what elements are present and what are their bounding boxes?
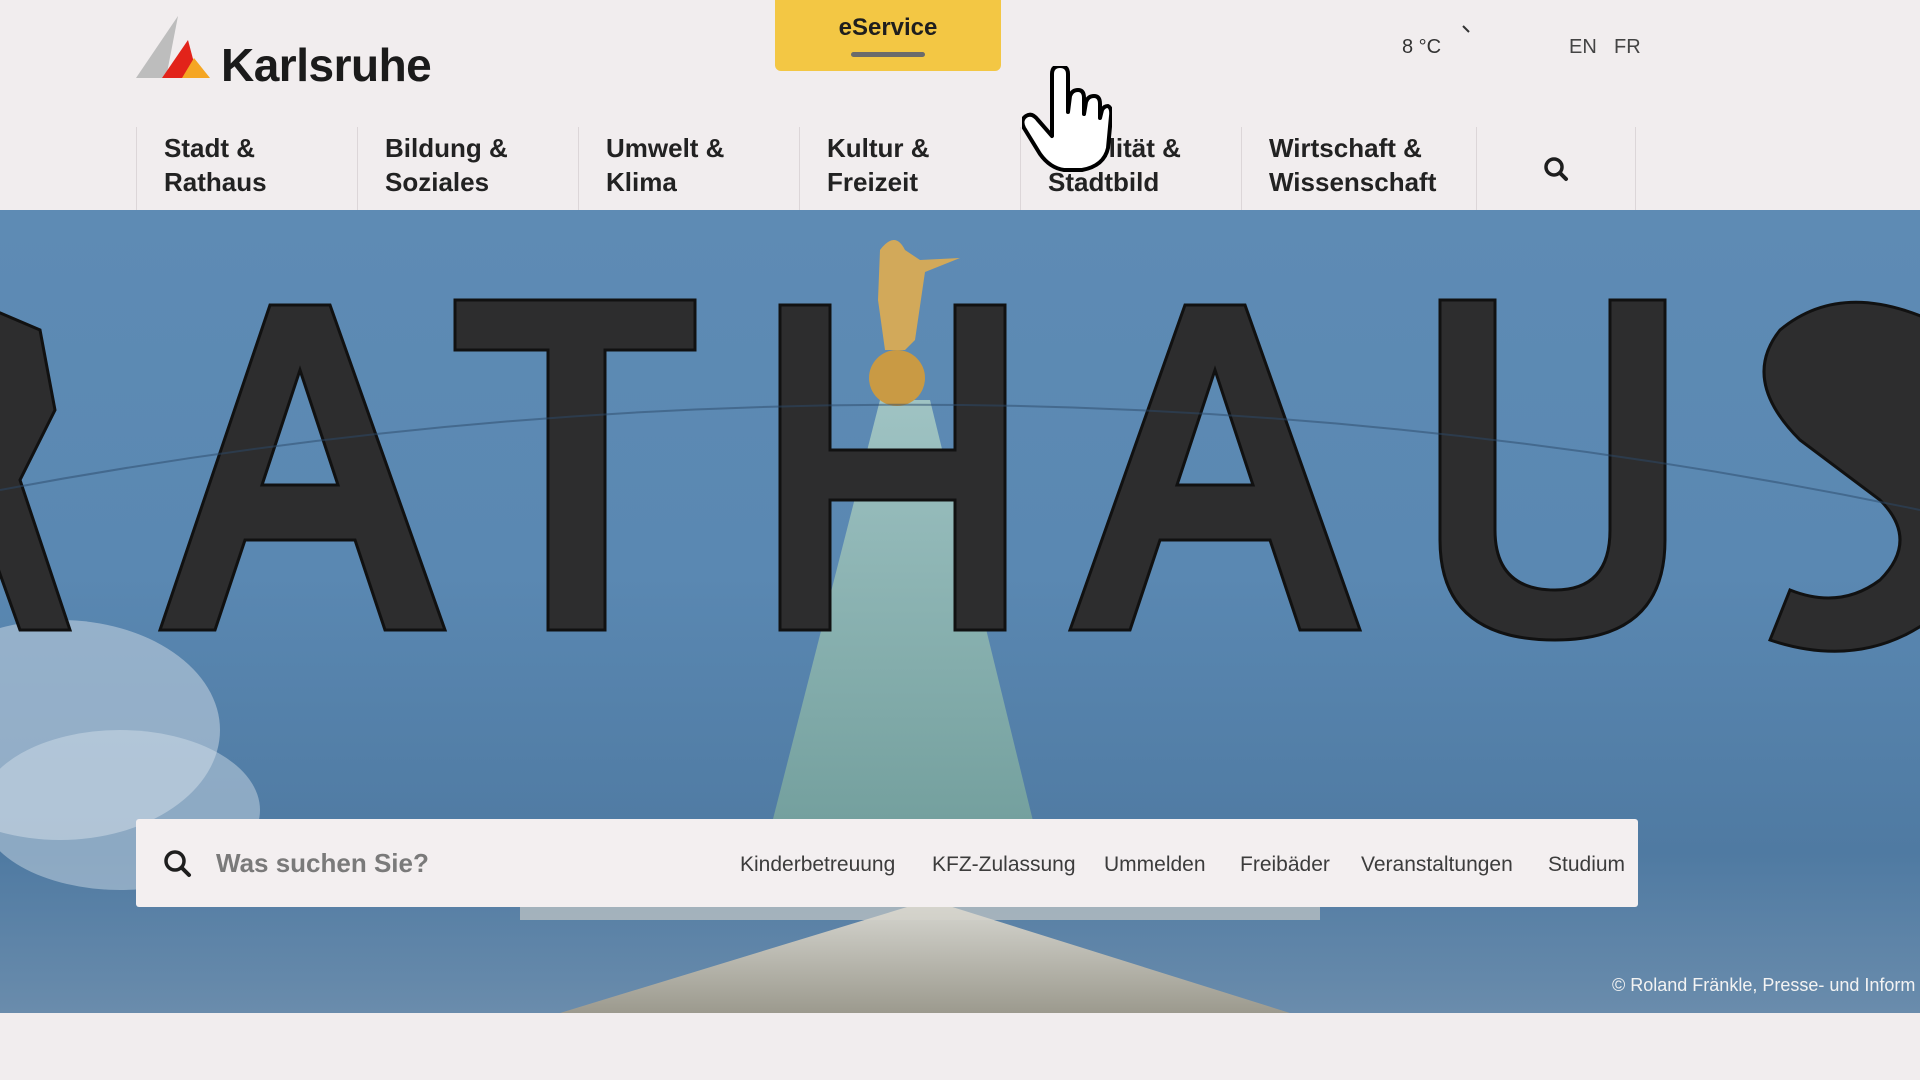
site-search-bar: Kinderbetreuung KFZ-Zulassung Ummelden F… <box>136 819 1638 907</box>
eservice-label: eService <box>838 14 938 41</box>
language-fr-link[interactable]: FR <box>1614 36 1641 59</box>
search-icon <box>1544 156 1568 181</box>
nav-item-wirtschaft-wissenschaft[interactable]: Wirtschaft & Wissenschaft <box>1241 127 1476 210</box>
quick-link-studium[interactable]: Studium <box>1548 853 1625 877</box>
quick-link-ummelden[interactable]: Ummelden <box>1104 853 1206 877</box>
search-icon <box>164 850 191 877</box>
language-en-link[interactable]: EN <box>1569 36 1597 59</box>
image-credit: © Roland Fränkle, Presse- und Inform <box>1612 975 1916 995</box>
main-navigation: Stadt & Rathaus Bildung & Soziales Umwel… <box>136 127 1636 210</box>
quick-link-kinderbetreuung[interactable]: Kinderbetreuung <box>740 853 895 877</box>
logo-text: Karlsruhe <box>221 39 432 91</box>
nav-item-kultur-freizeit[interactable]: Kultur & Freizeit <box>799 127 1020 210</box>
weather-temperature: 8 °C <box>1402 36 1442 58</box>
quick-link-freibaeder[interactable]: Freibäder <box>1240 853 1330 877</box>
karlsruhe-logo[interactable]: Karlsruhe <box>136 14 446 88</box>
quick-link-veranstaltungen[interactable]: Veranstaltungen <box>1361 853 1513 877</box>
eservice-button[interactable]: eService <box>775 0 1001 71</box>
hand-pointer-cursor-icon <box>1022 66 1112 172</box>
search-input[interactable] <box>214 846 668 880</box>
nav-item-umwelt-klima[interactable]: Umwelt & Klima <box>578 127 799 210</box>
weather-icon <box>1462 25 1470 33</box>
eservice-indicator <box>851 52 925 57</box>
nav-item-bildung-soziales[interactable]: Bildung & Soziales <box>357 127 578 210</box>
quick-link-kfz-zulassung[interactable]: KFZ-Zulassung <box>932 853 1076 877</box>
logo-mark-icon <box>136 16 210 78</box>
nav-item-stadt-rathaus[interactable]: Stadt & Rathaus <box>136 127 357 210</box>
nav-search-button[interactable] <box>1476 127 1636 210</box>
